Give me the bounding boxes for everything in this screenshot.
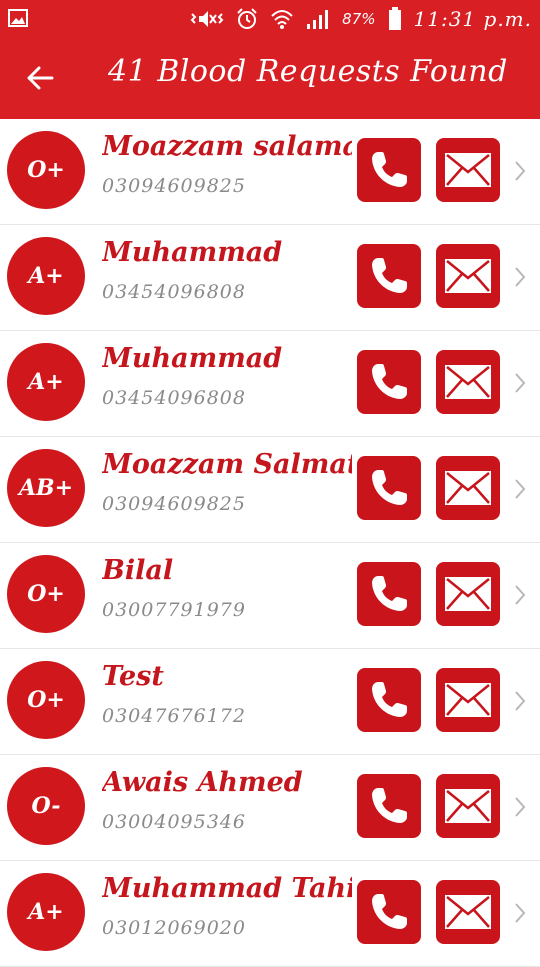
chevron-right-icon xyxy=(515,903,526,923)
message-button[interactable] xyxy=(436,138,500,202)
requester-phone: 03094609825 xyxy=(102,493,246,515)
phone-icon xyxy=(372,894,407,929)
blood-group-badge: O+ xyxy=(7,555,85,633)
request-row[interactable]: O+ Test 03047676172 xyxy=(0,649,540,755)
back-button[interactable] xyxy=(20,60,60,96)
battery-level: 87% xyxy=(342,10,376,28)
blood-group-badge: A+ xyxy=(7,237,85,315)
blood-group-label: O+ xyxy=(27,581,65,607)
phone-icon xyxy=(372,682,407,717)
blood-group-label: AB+ xyxy=(18,475,74,501)
requester-phone: 03454096808 xyxy=(102,387,246,409)
requester-phone: 03007791979 xyxy=(102,599,246,621)
request-row[interactable]: O+ Bilal 03007791979 xyxy=(0,543,540,649)
requester-name: Test xyxy=(102,661,164,692)
blood-group-label: O+ xyxy=(27,157,65,183)
signal-icon xyxy=(307,10,329,29)
chevron-right-icon xyxy=(515,267,526,287)
mail-icon xyxy=(445,789,491,823)
battery-icon xyxy=(388,7,401,30)
requester-name: Muhammad Tahir xyxy=(102,873,352,904)
clock: 11:31 p.m. xyxy=(413,7,532,31)
blood-group-badge: A+ xyxy=(7,343,85,421)
mail-icon xyxy=(445,683,491,717)
alarm-icon xyxy=(237,8,257,29)
blood-group-badge: AB+ xyxy=(7,449,85,527)
phone-icon xyxy=(372,470,407,505)
requester-name: Moazzam Salmat xyxy=(102,449,352,480)
chevron-right-icon xyxy=(515,479,526,499)
requester-name: Muhammad xyxy=(102,343,283,374)
message-button[interactable] xyxy=(436,244,500,308)
status-bar: 87% 11:31 p.m. xyxy=(0,0,540,38)
call-button[interactable] xyxy=(357,350,421,414)
phone-icon xyxy=(372,788,407,823)
request-row[interactable]: A+ Muhammad 03454096808 xyxy=(0,225,540,331)
requester-name: Awais Ahmed xyxy=(102,767,303,798)
requester-name: Bilal xyxy=(102,555,174,586)
message-button[interactable] xyxy=(436,668,500,732)
chevron-right-icon xyxy=(515,161,526,181)
call-button[interactable] xyxy=(357,456,421,520)
call-button[interactable] xyxy=(357,880,421,944)
mail-icon xyxy=(445,471,491,505)
request-row[interactable]: O- Awais Ahmed 03004095346 xyxy=(0,755,540,861)
blood-group-badge: O+ xyxy=(7,661,85,739)
phone-icon xyxy=(372,258,407,293)
blood-group-label: A+ xyxy=(28,369,64,395)
requester-name: Moazzam salamat xyxy=(102,131,352,162)
request-row[interactable]: AB+ Moazzam Salmat 03094609825 xyxy=(0,437,540,543)
page-title: 41 Blood Requests Found xyxy=(108,54,508,89)
app-bar: 41 Blood Requests Found xyxy=(0,38,540,119)
blood-request-list: O+ Moazzam salamat 03094609825 A+ Muhamm… xyxy=(0,119,540,967)
requester-phone: 03094609825 xyxy=(102,175,246,197)
requester-phone: 03047676172 xyxy=(102,705,246,727)
chevron-right-icon xyxy=(515,691,526,711)
chevron-right-icon xyxy=(515,373,526,393)
message-button[interactable] xyxy=(436,562,500,626)
gallery-notification-icon xyxy=(8,9,28,27)
mail-icon xyxy=(445,153,491,187)
vibrate-mute-icon xyxy=(190,11,224,27)
message-button[interactable] xyxy=(436,456,500,520)
blood-group-label: O+ xyxy=(27,687,65,713)
blood-group-label: A+ xyxy=(28,263,64,289)
blood-group-label: A+ xyxy=(28,899,64,925)
status-icons: 87% 11:31 p.m. xyxy=(190,0,532,38)
arrow-left-icon xyxy=(27,66,54,90)
wifi-icon xyxy=(271,10,293,29)
mail-icon xyxy=(445,577,491,611)
phone-icon xyxy=(372,152,407,187)
phone-icon xyxy=(372,576,407,611)
phone-icon xyxy=(372,364,407,399)
requester-name: Muhammad xyxy=(102,237,283,268)
message-button[interactable] xyxy=(436,880,500,944)
blood-group-label: O- xyxy=(31,793,61,819)
chevron-right-icon xyxy=(515,585,526,605)
call-button[interactable] xyxy=(357,244,421,308)
mail-icon xyxy=(445,895,491,929)
chevron-right-icon xyxy=(515,797,526,817)
request-row[interactable]: A+ Muhammad Tahir 03012069020 xyxy=(0,861,540,967)
message-button[interactable] xyxy=(436,774,500,838)
message-button[interactable] xyxy=(436,350,500,414)
requester-phone: 03012069020 xyxy=(102,917,246,939)
call-button[interactable] xyxy=(357,774,421,838)
mail-icon xyxy=(445,365,491,399)
request-row[interactable]: A+ Muhammad 03454096808 xyxy=(0,331,540,437)
mail-icon xyxy=(445,259,491,293)
blood-group-badge: O- xyxy=(7,767,85,845)
request-row[interactable]: O+ Moazzam salamat 03094609825 xyxy=(0,119,540,225)
requester-phone: 03004095346 xyxy=(102,811,246,833)
blood-group-badge: O+ xyxy=(7,131,85,209)
blood-group-badge: A+ xyxy=(7,873,85,951)
call-button[interactable] xyxy=(357,668,421,732)
call-button[interactable] xyxy=(357,562,421,626)
call-button[interactable] xyxy=(357,138,421,202)
requester-phone: 03454096808 xyxy=(102,281,246,303)
